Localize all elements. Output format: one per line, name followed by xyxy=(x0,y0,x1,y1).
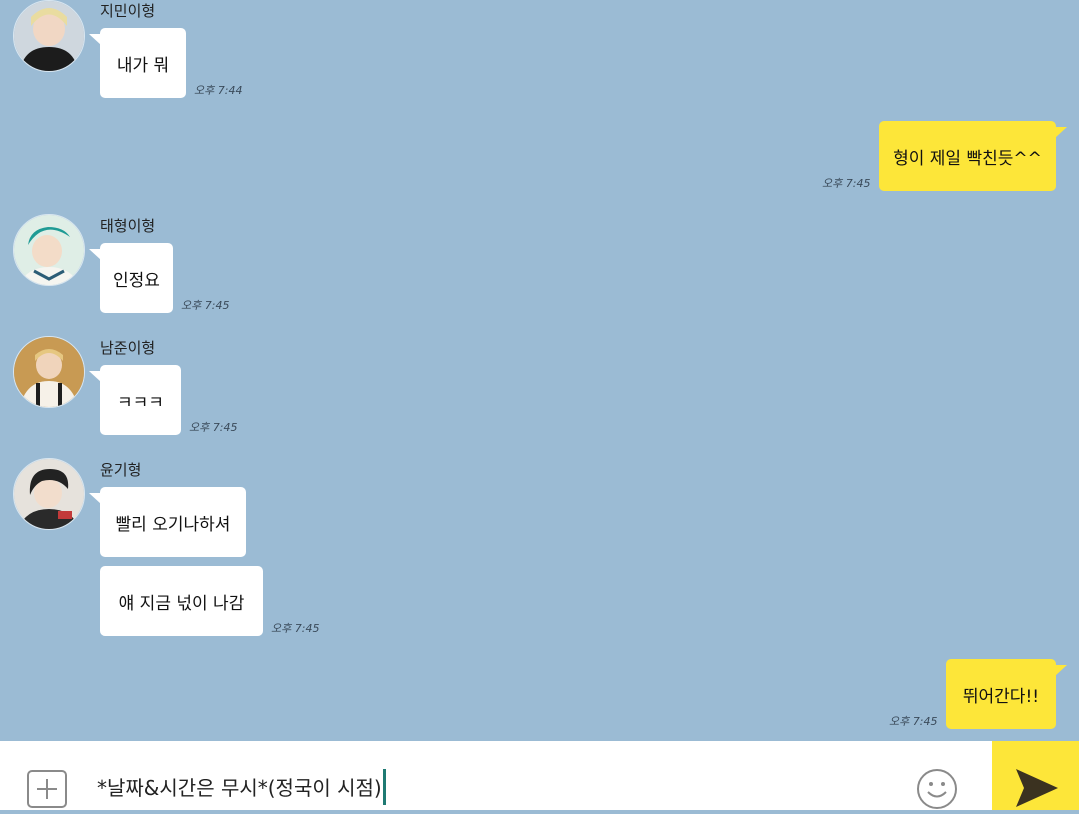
avatar-namjoon[interactable] xyxy=(13,336,85,408)
message-text: 인정요 xyxy=(113,270,160,291)
message-time: 오후 7:45 xyxy=(889,715,938,728)
message-time: 오후 7:45 xyxy=(181,299,230,312)
message-bubble[interactable]: ㅋㅋㅋ xyxy=(89,365,181,435)
message-time: 오후 7:44 xyxy=(194,84,243,97)
send-arrow-icon xyxy=(1016,769,1058,807)
message-time: 오후 7:45 xyxy=(271,622,320,635)
input-value: *날짜&시간은 무시*(정국이 시점) xyxy=(97,776,382,800)
message-text: 내가 뭐 xyxy=(116,55,170,76)
plus-icon[interactable] xyxy=(27,770,67,808)
message-bubble[interactable]: 얘 지금 넋이 나감 xyxy=(100,566,263,636)
message-text: 뛰어간다!! xyxy=(962,686,1040,707)
message-time: 오후 7:45 xyxy=(189,421,238,434)
message-text: 형이 제일 빡친듯^^ xyxy=(893,148,1042,169)
sender-name: 남준이형 xyxy=(100,339,156,357)
sender-name: 윤기형 xyxy=(100,461,142,479)
avatar-taehyung[interactable] xyxy=(13,214,85,286)
my-message-bubble[interactable]: 뛰어간다!! xyxy=(946,659,1067,729)
message-input[interactable]: *날짜&시간은 무시*(정국이 시점) xyxy=(97,768,386,805)
send-button[interactable] xyxy=(992,741,1079,810)
smiley-icon[interactable] xyxy=(916,768,958,810)
my-message-bubble[interactable]: 형이 제일 빡친듯^^ xyxy=(879,121,1067,191)
chat-area[interactable]: 지민이형 내가 뭐 오후 7:44 오후 7:45 형이 제일 빡친듯^^ 태형… xyxy=(0,0,1079,741)
message-bubble[interactable]: 인정요 xyxy=(89,243,173,313)
message-bubble[interactable]: 내가 뭐 xyxy=(89,28,186,98)
avatar-jimin[interactable] xyxy=(13,0,85,72)
text-caret xyxy=(382,768,386,805)
message-bubble[interactable]: 빨리 오기나하셔 xyxy=(89,487,246,557)
sender-name: 지민이형 xyxy=(100,2,156,20)
message-text: 얘 지금 넋이 나감 xyxy=(118,593,245,614)
message-time: 오후 7:45 xyxy=(822,177,871,190)
message-text: ㅋㅋㅋ xyxy=(117,392,164,413)
sender-name: 태형이형 xyxy=(100,217,156,235)
message-text: 빨리 오기나하셔 xyxy=(115,514,231,535)
avatar-yoongi[interactable] xyxy=(13,458,85,530)
